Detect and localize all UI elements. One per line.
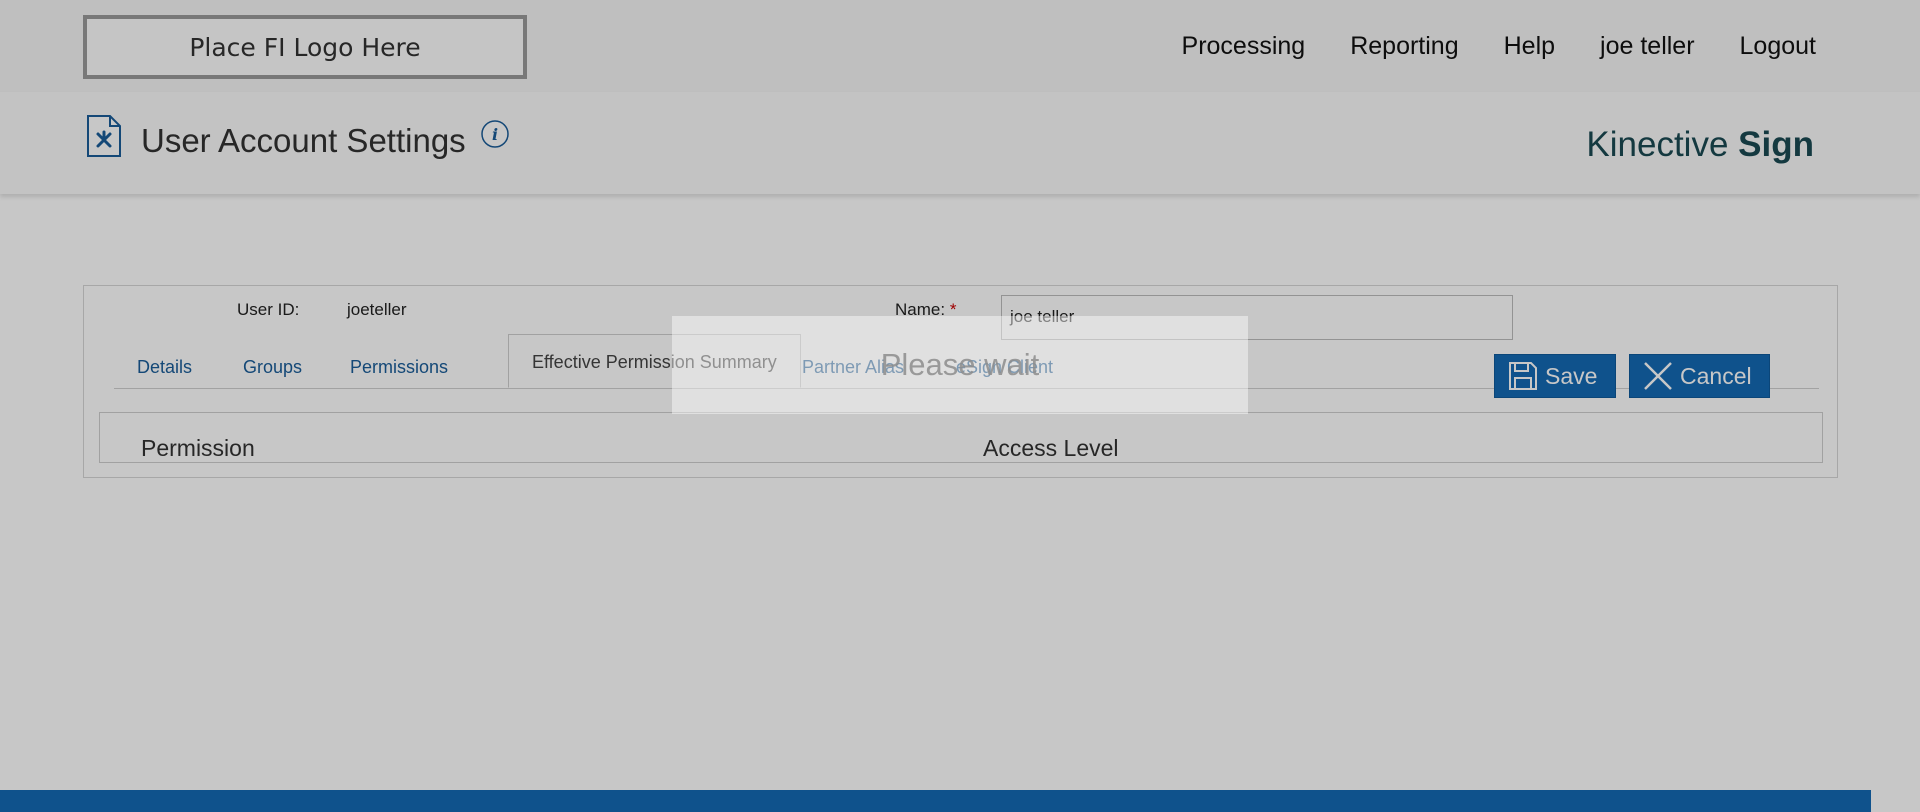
please-wait-dialog: Please wait bbox=[672, 316, 1248, 414]
loading-overlay: Please wait bbox=[0, 0, 1920, 812]
